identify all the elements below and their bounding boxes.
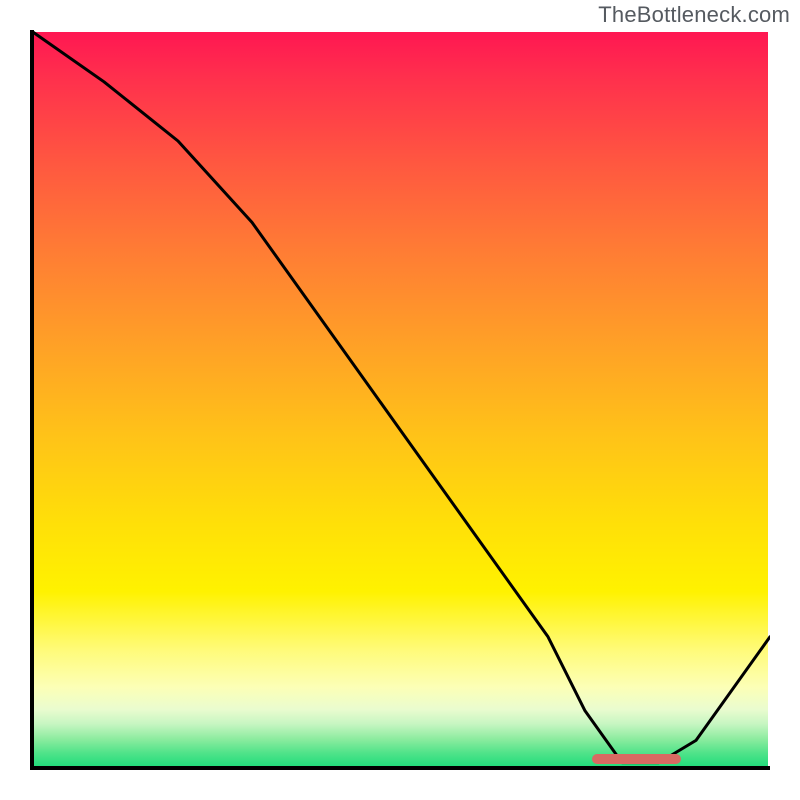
chart-container: TheBottleneck.com [0, 0, 800, 800]
background-gradient [32, 32, 768, 768]
watermark-text: TheBottleneck.com [598, 2, 790, 28]
optimal-match-marker [592, 754, 681, 764]
plot-area [30, 30, 770, 770]
